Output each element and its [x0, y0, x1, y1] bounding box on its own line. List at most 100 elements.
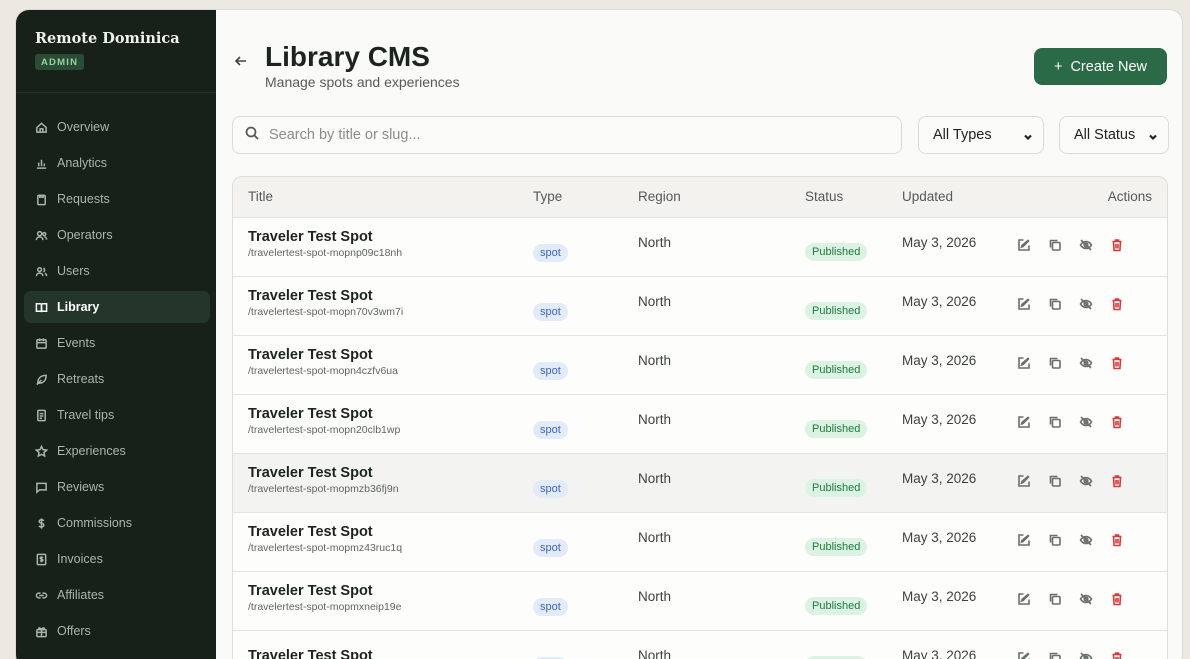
- sidebar-item-reviews[interactable]: Reviews: [24, 471, 210, 503]
- table-row[interactable]: Traveler Test Spot/travelertest-spot-mop…: [233, 453, 1167, 512]
- edit-icon[interactable]: [1014, 471, 1034, 491]
- type-filter-select[interactable]: All Types: [918, 116, 1044, 154]
- cell-updated: May 3, 2026: [902, 276, 1014, 335]
- cell-type: spot: [533, 571, 638, 630]
- sidebar-item-library[interactable]: Library: [24, 291, 210, 323]
- row-region: North: [638, 471, 672, 486]
- search-input[interactable]: [269, 127, 869, 143]
- column-header-title[interactable]: Title: [233, 177, 533, 217]
- back-arrow-icon[interactable]: [234, 54, 248, 68]
- type-badge: spot: [533, 361, 568, 380]
- eye-off-icon[interactable]: [1076, 235, 1096, 255]
- table-row[interactable]: Traveler Test Spot/travelertest-spot-mop…: [233, 217, 1167, 276]
- edit-icon[interactable]: [1014, 353, 1034, 373]
- edit-icon[interactable]: [1014, 530, 1034, 550]
- table-row[interactable]: Traveler Test Spot/travelertest-spot-mop…: [233, 394, 1167, 453]
- trash-icon[interactable]: [1107, 589, 1127, 609]
- table-header-row: Title Type Region Status Updated Actions: [233, 177, 1167, 217]
- sidebar-item-label: Experiences: [57, 444, 126, 458]
- home-icon: [35, 121, 57, 134]
- cell-updated: May 3, 2026: [902, 512, 1014, 571]
- cell-actions: [1014, 276, 1167, 335]
- trash-icon[interactable]: [1107, 353, 1127, 373]
- table-row[interactable]: Traveler Test Spot/travelertest-spot-mop…: [233, 571, 1167, 630]
- sidebar-item-experiences[interactable]: Experiences: [24, 435, 210, 467]
- trash-icon[interactable]: [1107, 235, 1127, 255]
- table-row[interactable]: Traveler Test Spot/travelertest-spot-mop…: [233, 335, 1167, 394]
- trash-icon[interactable]: [1107, 471, 1127, 491]
- status-badge: Published: [805, 360, 868, 379]
- column-header-type[interactable]: Type: [533, 177, 638, 217]
- duplicate-icon[interactable]: [1045, 235, 1065, 255]
- edit-icon[interactable]: [1014, 648, 1034, 659]
- trash-icon[interactable]: [1107, 294, 1127, 314]
- eye-off-icon[interactable]: [1076, 648, 1096, 659]
- row-title[interactable]: Traveler Test Spot: [248, 583, 533, 599]
- sidebar-item-overview[interactable]: Overview: [24, 111, 210, 143]
- document-icon: [35, 409, 57, 422]
- status-filter-select[interactable]: All Status: [1059, 116, 1169, 154]
- trash-icon[interactable]: [1107, 530, 1127, 550]
- column-header-status[interactable]: Status: [805, 177, 902, 217]
- duplicate-icon[interactable]: [1045, 530, 1065, 550]
- table-row[interactable]: Traveler Test SpotspotNorth PublishedMay …: [233, 630, 1167, 659]
- eye-off-icon[interactable]: [1076, 412, 1096, 432]
- sidebar-item-analytics[interactable]: Analytics: [24, 147, 210, 179]
- cell-status: Published: [805, 571, 902, 630]
- edit-icon[interactable]: [1014, 412, 1034, 432]
- table-row[interactable]: Traveler Test Spot/travelertest-spot-mop…: [233, 512, 1167, 571]
- row-title[interactable]: Traveler Test Spot: [248, 465, 533, 481]
- sidebar-item-offers[interactable]: Offers: [24, 615, 210, 647]
- sidebar-item-affiliates[interactable]: Affiliates: [24, 579, 210, 611]
- main-content: Library CMS Manage spots and experiences…: [216, 10, 1182, 659]
- sidebar-item-events[interactable]: Events: [24, 327, 210, 359]
- cell-actions: [1014, 512, 1167, 571]
- type-badge: spot: [533, 243, 568, 262]
- sidebar-nav: Overview Analytics Requests Operators Users L…: [16, 93, 216, 659]
- duplicate-icon[interactable]: [1045, 412, 1065, 432]
- row-title[interactable]: Traveler Test Spot: [248, 524, 533, 540]
- sidebar-item-pages[interactable]: Pages: [24, 651, 210, 659]
- row-updated: May 3, 2026: [902, 471, 977, 486]
- row-title[interactable]: Traveler Test Spot: [248, 648, 533, 659]
- duplicate-icon[interactable]: [1045, 648, 1065, 659]
- sidebar-item-users[interactable]: Users: [24, 255, 210, 287]
- column-header-region[interactable]: Region: [638, 177, 805, 217]
- sidebar-item-commissions[interactable]: Commissions: [24, 507, 210, 539]
- eye-off-icon[interactable]: [1076, 471, 1096, 491]
- eye-off-icon[interactable]: [1076, 294, 1096, 314]
- create-new-button[interactable]: + Create New: [1034, 48, 1167, 85]
- cell-status: Published: [805, 217, 902, 276]
- row-slug: /travelertest-spot-mopn20clb1wp: [248, 423, 401, 436]
- row-title[interactable]: Traveler Test Spot: [248, 229, 533, 245]
- sidebar-item-requests[interactable]: Requests: [24, 183, 210, 215]
- sidebar-item-label: Requests: [57, 192, 110, 206]
- row-title[interactable]: Traveler Test Spot: [248, 288, 533, 304]
- status-badge: Published: [805, 537, 868, 556]
- sidebar-item-operators[interactable]: Operators: [24, 219, 210, 251]
- edit-icon[interactable]: [1014, 589, 1034, 609]
- eye-off-icon[interactable]: [1076, 530, 1096, 550]
- edit-icon[interactable]: [1014, 235, 1034, 255]
- table-row[interactable]: Traveler Test Spot/travelertest-spot-mop…: [233, 276, 1167, 335]
- sidebar-item-retreats[interactable]: Retreats: [24, 363, 210, 395]
- column-header-updated[interactable]: Updated: [902, 177, 1014, 217]
- cell-status: Published: [805, 512, 902, 571]
- duplicate-icon[interactable]: [1045, 294, 1065, 314]
- row-title[interactable]: Traveler Test Spot: [248, 406, 533, 422]
- sidebar-item-invoices[interactable]: Invoices: [24, 543, 210, 575]
- brand-name: Remote Dominica: [35, 30, 180, 47]
- duplicate-icon[interactable]: [1045, 589, 1065, 609]
- cell-region: North: [638, 394, 805, 453]
- edit-icon[interactable]: [1014, 294, 1034, 314]
- sidebar-item-label: Events: [57, 336, 96, 350]
- cell-type: spot: [533, 217, 638, 276]
- sidebar-item-travel-tips[interactable]: Travel tips: [24, 399, 210, 431]
- duplicate-icon[interactable]: [1045, 471, 1065, 491]
- trash-icon[interactable]: [1107, 648, 1127, 659]
- trash-icon[interactable]: [1107, 412, 1127, 432]
- row-title[interactable]: Traveler Test Spot: [248, 347, 533, 363]
- duplicate-icon[interactable]: [1045, 353, 1065, 373]
- eye-off-icon[interactable]: [1076, 353, 1096, 373]
- eye-off-icon[interactable]: [1076, 589, 1096, 609]
